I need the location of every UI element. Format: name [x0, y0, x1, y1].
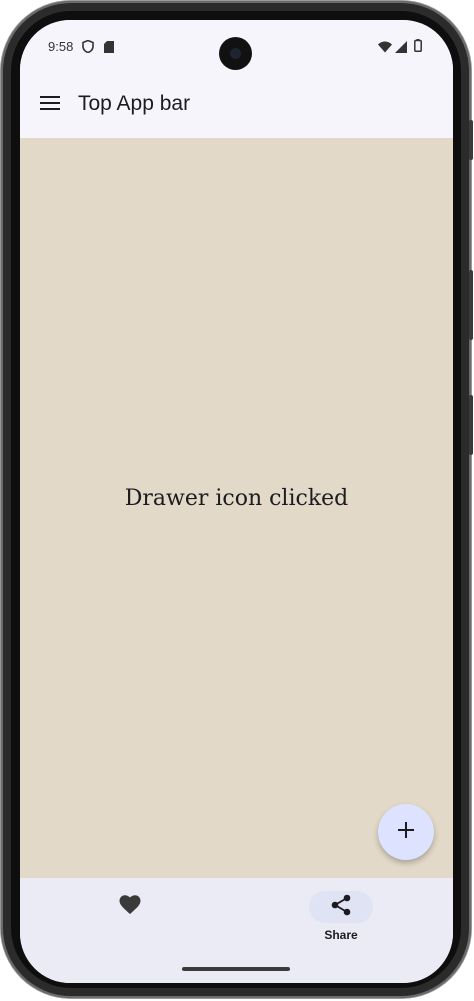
add-fab-button[interactable] [378, 804, 434, 860]
screen: 9:58 Top App bar Drawer icon clicked Sha… [20, 20, 453, 983]
content-area: Drawer icon clicked [20, 138, 453, 878]
volume-button [469, 120, 473, 160]
front-camera [219, 37, 252, 70]
bottom-navigation-bar: Share [20, 878, 453, 983]
signal-icon [395, 40, 407, 58]
battery-icon [414, 39, 422, 57]
app-bar-title: Top App bar [78, 92, 191, 115]
share-icon [331, 894, 351, 921]
wifi-icon [378, 40, 392, 58]
nav-indicator [98, 891, 162, 923]
plus-icon [398, 821, 414, 843]
power-button [469, 270, 473, 340]
nav-item-label: Share [324, 928, 358, 942]
content-message: Drawer icon clicked [124, 486, 349, 511]
nav-indicator-active [309, 891, 373, 923]
status-time: 9:58 [48, 39, 74, 54]
gesture-handle[interactable] [182, 967, 290, 971]
sd-card-icon [104, 40, 114, 58]
heart-icon [119, 894, 141, 920]
menu-icon [40, 95, 60, 115]
shield-icon [82, 39, 94, 58]
status-bar: 9:58 [20, 20, 453, 72]
nav-item-share[interactable]: Share [301, 890, 381, 950]
side-button [469, 395, 473, 455]
top-app-bar: Top App bar [20, 72, 453, 138]
menu-button[interactable] [32, 87, 68, 123]
nav-item-favorite[interactable] [90, 890, 170, 950]
